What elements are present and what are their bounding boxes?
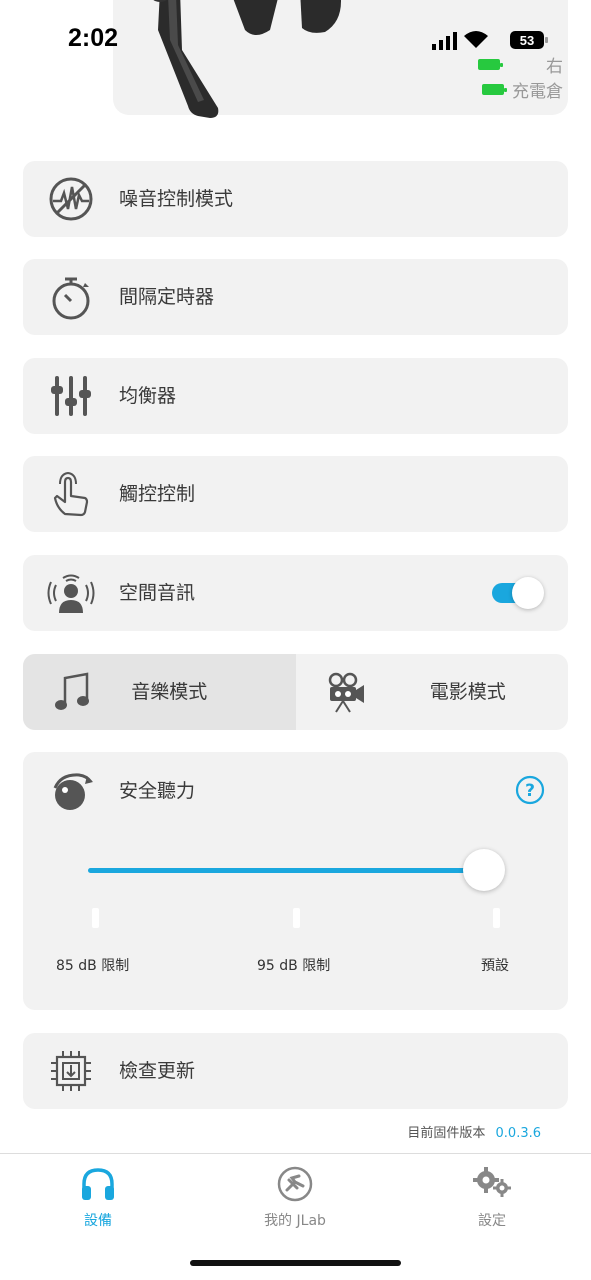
spatial-audio-row: 空間音訊 <box>23 555 568 631</box>
status-icons: 53 <box>432 31 548 50</box>
noise-control-label: 噪音控制模式 <box>119 188 234 210</box>
headphones-icon <box>82 1168 114 1200</box>
option-95db-label[interactable]: 95 dB 限制 <box>257 955 330 975</box>
spatial-audio-icon <box>47 569 95 617</box>
equalizer-label: 均衡器 <box>119 385 177 407</box>
battery-row-case: 充電倉 <box>482 77 563 102</box>
tab-settings[interactable]: 設定 <box>432 1164 552 1230</box>
volume-limit-slider-track[interactable] <box>88 868 483 873</box>
signal-icon <box>432 44 436 50</box>
firmware-chip-icon <box>47 1047 95 1095</box>
slider-tick-95 <box>293 908 300 928</box>
earbud-image <box>153 0 341 118</box>
slider-tick-85 <box>92 908 99 928</box>
battery-row-right: 右 <box>478 52 563 77</box>
help-icon[interactable]: ? <box>514 774 546 806</box>
tab-my-jlab-label: 我的 JLab <box>264 1213 326 1229</box>
spatial-audio-label: 空間音訊 <box>119 582 196 604</box>
safe-listening-card: 安全聽力 ? 85 dB 限制 95 dB 限制 預設 <box>23 752 568 1010</box>
firmware-label: 目前固件版本 <box>407 1126 486 1141</box>
firmware-version-value: 0.0.3.6 <box>495 1126 541 1141</box>
music-mode-label: 音樂模式 <box>131 681 208 703</box>
touch-hand-icon <box>47 470 95 518</box>
stopwatch-icon <box>47 273 95 321</box>
noise-control-row[interactable]: 噪音控制模式 <box>23 161 568 237</box>
interval-timer-label: 間隔定時器 <box>119 286 215 308</box>
battery-right-label: 右 <box>546 57 563 77</box>
svg-text:?: ? <box>525 781 535 801</box>
volume-limit-slider-knob[interactable] <box>463 849 505 891</box>
spatial-audio-toggle[interactable] <box>490 577 544 609</box>
equalizer-row[interactable]: 均衡器 <box>23 358 568 434</box>
check-update-label: 檢查更新 <box>119 1060 196 1082</box>
battery-case-label: 充電倉 <box>512 82 563 102</box>
mode-segment: 音樂模式 電影模式 <box>23 654 568 730</box>
volume-knob-icon <box>47 768 95 816</box>
interval-timer-row[interactable]: 間隔定時器 <box>23 259 568 335</box>
tab-my-jlab[interactable]: 我的 JLab <box>235 1164 355 1230</box>
music-mode-button[interactable]: 音樂模式 <box>23 654 296 730</box>
wifi-icon <box>464 31 488 48</box>
tab-device[interactable]: 設備 <box>38 1164 158 1230</box>
check-update-row[interactable]: 檢查更新 <box>23 1033 568 1109</box>
tab-settings-label: 設定 <box>478 1213 506 1229</box>
movie-mode-label: 電影模式 <box>429 681 506 703</box>
gears-icon <box>473 1167 511 1197</box>
jlab-logo-icon <box>277 1166 313 1202</box>
safe-listening-label: 安全聽力 <box>119 780 196 802</box>
touch-control-label: 觸控控制 <box>119 483 196 505</box>
battery-right-icon <box>478 59 503 70</box>
noise-control-icon <box>47 175 95 223</box>
tab-device-label: 設備 <box>84 1213 112 1229</box>
slider-tick-default <box>493 908 500 928</box>
option-85db-label[interactable]: 85 dB 限制 <box>56 955 129 975</box>
svg-text:53: 53 <box>520 33 534 48</box>
touch-control-row[interactable]: 觸控控制 <box>23 456 568 532</box>
option-default-label[interactable]: 預設 <box>481 955 509 975</box>
equalizer-icon <box>47 372 95 420</box>
battery-case-icon <box>482 84 507 95</box>
movie-mode-button[interactable]: 電影模式 <box>296 654 569 730</box>
firmware-version: 目前固件版本 0.0.3.6 <box>407 1122 541 1141</box>
status-time: 2:02 <box>68 24 119 52</box>
home-indicator[interactable] <box>190 1260 401 1266</box>
